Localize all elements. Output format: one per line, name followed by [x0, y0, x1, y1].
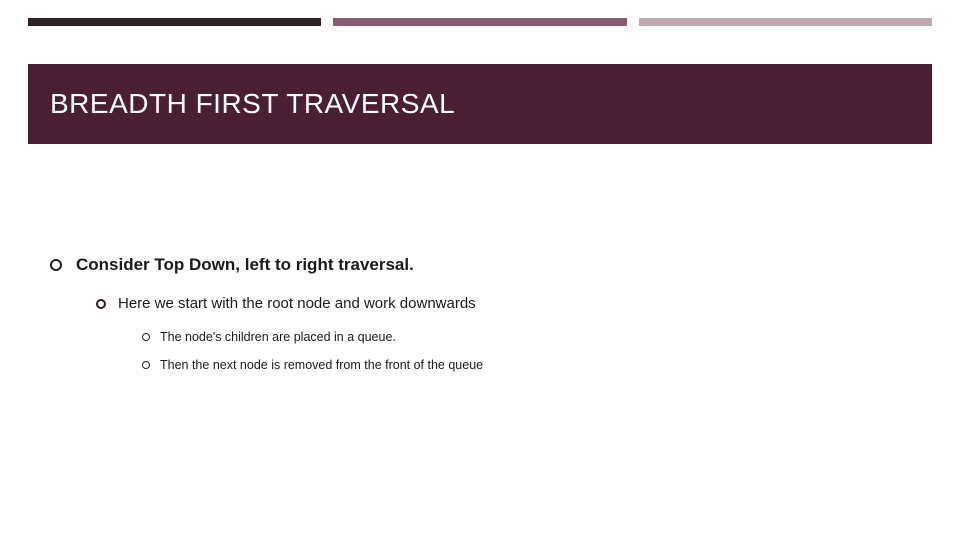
- circle-bullet-icon: [96, 299, 106, 309]
- bullet-text: The node's children are placed in a queu…: [160, 330, 396, 344]
- accent-bar: [28, 18, 932, 26]
- accent-segment-dark: [28, 18, 321, 26]
- content-area: Consider Top Down, left to right travers…: [50, 255, 920, 386]
- circle-bullet-icon: [142, 333, 150, 341]
- bullet-level-3: Then the next node is removed from the f…: [142, 358, 920, 372]
- bullet-text: Then the next node is removed from the f…: [160, 358, 483, 372]
- circle-bullet-icon: [142, 361, 150, 369]
- accent-segment-mid: [333, 18, 626, 26]
- bullet-text: Consider Top Down, left to right travers…: [76, 255, 414, 275]
- bullet-level-1: Consider Top Down, left to right travers…: [50, 255, 920, 275]
- bullet-level-3: The node's children are placed in a queu…: [142, 330, 920, 344]
- circle-bullet-icon: [50, 259, 62, 271]
- accent-segment-light: [639, 18, 932, 26]
- title-band: BREADTH FIRST TRAVERSAL: [28, 64, 932, 144]
- bullet-level-2: Here we start with the root node and wor…: [96, 295, 920, 312]
- bullet-text: Here we start with the root node and wor…: [118, 295, 476, 312]
- slide-title: BREADTH FIRST TRAVERSAL: [50, 88, 455, 120]
